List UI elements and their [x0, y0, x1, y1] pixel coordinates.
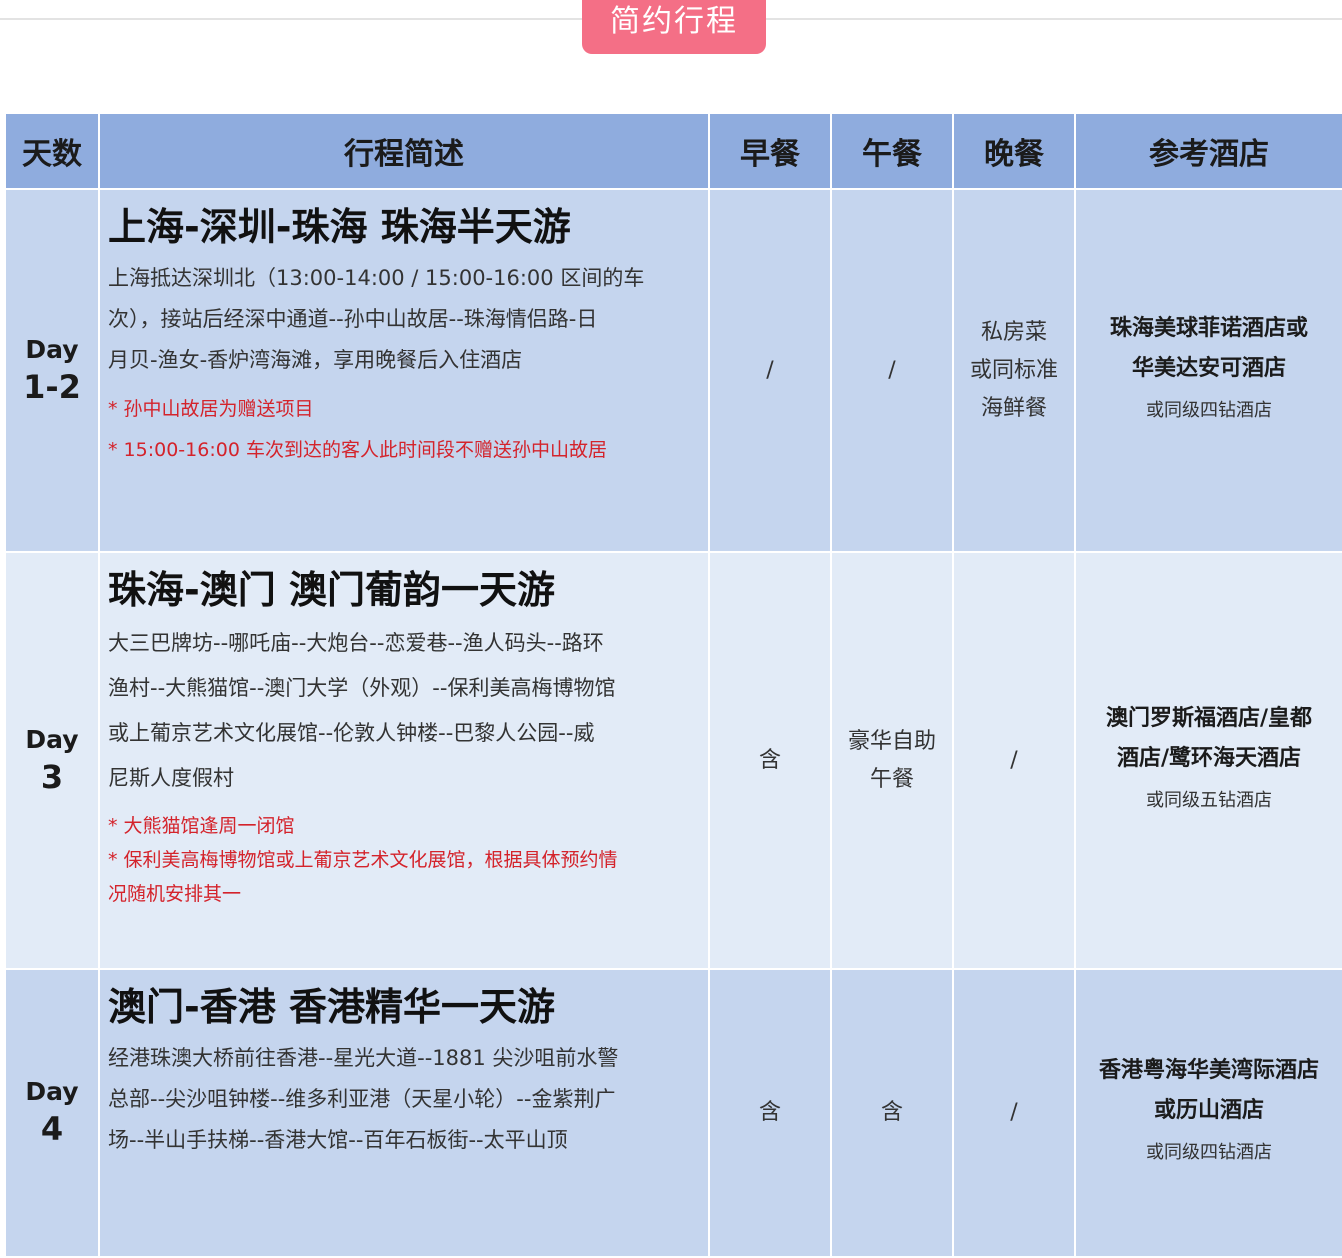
lunch-cell: 豪华自助 午餐: [830, 551, 954, 970]
header-row: 天数 行程简述 早餐 午餐 晚餐 参考酒店: [4, 112, 1342, 190]
meal-text: /: [1010, 1100, 1018, 1125]
meal-text: 或同标准: [969, 357, 1058, 383]
route-notes: * 孙中山故居为赠送项目 * 15:00-16:00 车次到达的客人此时间段不赠…: [108, 389, 698, 471]
summary-cell: 澳门-香港 香港精华一天游 经港珠澳大桥前往香港--星光大道--1881 尖沙咀…: [98, 968, 710, 1258]
hotel-name-line: 香港粤海华美湾际酒店: [1098, 1058, 1319, 1083]
header-summary: 行程简述: [98, 112, 710, 190]
description-line: 大三巴牌坊--哪吒庙--大炮台--恋爱巷--渔人码头--路环: [108, 631, 604, 655]
section-banner: 简约行程: [582, 0, 766, 54]
day-label: Day: [25, 334, 79, 364]
description-line: 场--半山手扶梯--香港大馆--百年石板街--太平山顶: [108, 1128, 568, 1152]
hotel-name: 珠海美球菲诺酒店或 华美达安可酒店: [1076, 309, 1342, 389]
breakfast-cell: 含: [708, 551, 832, 970]
header-hotel: 参考酒店: [1074, 112, 1342, 190]
table-row: Day 4 澳门-香港 香港精华一天游 经港珠澳大桥前往香港--星光大道--18…: [4, 968, 1342, 1258]
day-cell: Day 1-2: [4, 188, 100, 553]
meal-text: 豪华自助: [847, 728, 936, 754]
meal-text: 午餐: [869, 766, 914, 792]
route-title: 珠海-澳门 澳门葡韵一天游: [108, 568, 556, 612]
route-description: 大三巴牌坊--哪吒庙--大炮台--恋爱巷--渔人码头--路环 渔村--大熊猫馆-…: [108, 621, 698, 801]
summary-cell: 珠海-澳门 澳门葡韵一天游 大三巴牌坊--哪吒庙--大炮台--恋爱巷--渔人码头…: [98, 551, 710, 970]
meal-text: 海鲜餐: [980, 395, 1047, 421]
meal-text: /: [1010, 747, 1018, 773]
header-dinner: 晚餐: [952, 112, 1076, 190]
route-title: 上海-深圳-珠海 珠海半天游: [108, 205, 571, 249]
description-line: 尼斯人度假村: [108, 766, 234, 790]
dinner-cell: 私房菜 或同标准 海鲜餐: [952, 188, 1076, 553]
summary-cell: 上海-深圳-珠海 珠海半天游 上海抵达深圳北（13:00-14:00 / 15:…: [98, 188, 710, 553]
description-line: 或上葡京艺术文化展馆--伦敦人钟楼--巴黎人公园--威: [108, 721, 595, 745]
hotel-name: 香港粤海华美湾际酒店 或历山酒店: [1076, 1051, 1342, 1131]
note-line: 况随机安排其一: [108, 883, 242, 905]
description-line: 上海抵达深圳北（13:00-14:00 / 15:00-16:00 区间的车: [108, 266, 645, 290]
meal-text: 含: [758, 747, 781, 773]
lunch-cell: /: [830, 188, 954, 553]
route-notes: * 大熊猫馆逢周一闭馆 * 保利美高梅博物馆或上葡京艺术文化展馆，根据具体预约情…: [108, 809, 698, 911]
note-line: * 孙中山故居为赠送项目: [108, 398, 314, 420]
description-line: 渔村--大熊猫馆--澳门大学（外观）--保利美高梅博物馆: [108, 676, 616, 700]
description-line: 次），接站后经深中通道--孙中山故居--珠海情侣路-日: [108, 307, 598, 331]
hotel-alternative: 或同级四钻酒店: [1146, 399, 1272, 421]
route-description: 上海抵达深圳北（13:00-14:00 / 15:00-16:00 区间的车 次…: [108, 258, 698, 381]
breakfast-cell: /: [708, 188, 832, 553]
hotel-alternative: 或同级五钻酒店: [1146, 789, 1272, 811]
day-cell: Day 3: [4, 551, 100, 970]
hotel-name: 澳门罗斯福酒店/皇都 酒店/鹭环海天酒店: [1076, 699, 1342, 779]
day-label: Day: [25, 1077, 79, 1106]
description-line: 经港珠澳大桥前往香港--星光大道--1881 尖沙咀前水警: [108, 1046, 619, 1070]
meal-text: 含: [758, 1100, 781, 1125]
day-label: Day: [25, 724, 79, 754]
note-line: * 保利美高梅博物馆或上葡京艺术文化展馆，根据具体预约情: [108, 849, 618, 871]
description-line: 总部--尖沙咀钟楼--维多利亚港（天星小轮）--金紫荆广: [108, 1087, 616, 1111]
meal-text: 含: [880, 1100, 903, 1125]
meal-text: /: [766, 357, 774, 383]
dinner-cell: /: [952, 968, 1076, 1258]
day-number: 4: [40, 1110, 64, 1148]
meal-text: /: [888, 357, 896, 383]
hotel-name-line: 澳门罗斯福酒店/皇都: [1105, 705, 1313, 731]
hotel-name-line: 酒店/鹭环海天酒店: [1116, 745, 1302, 771]
header-day: 天数: [4, 112, 100, 190]
route-description: 经港珠澳大桥前往香港--星光大道--1881 尖沙咀前水警 总部--尖沙咀钟楼-…: [108, 1038, 698, 1161]
hotel-name-line: 华美达安可酒店: [1131, 355, 1286, 381]
hotel-cell: 珠海美球菲诺酒店或 华美达安可酒店 或同级四钻酒店: [1074, 188, 1342, 553]
hotel-name-line: 或历山酒店: [1153, 1098, 1264, 1123]
table-row: Day 3 珠海-澳门 澳门葡韵一天游 大三巴牌坊--哪吒庙--大炮台--恋爱巷…: [4, 551, 1342, 970]
hotel-name-line: 珠海美球菲诺酒店或: [1109, 315, 1308, 341]
note-line: * 15:00-16:00 车次到达的客人此时间段不赠送孙中山故居: [108, 439, 607, 461]
hotel-cell: 香港粤海华美湾际酒店 或历山酒店 或同级四钻酒店: [1074, 968, 1342, 1258]
hotel-alternative: 或同级四钻酒店: [1146, 1142, 1272, 1163]
header-breakfast: 早餐: [708, 112, 832, 190]
dinner-cell: /: [952, 551, 1076, 970]
itinerary-table: 天数 行程简述 早餐 午餐 晚餐 参考酒店 Day 1-2 上海-深圳-珠海 珠…: [4, 112, 1342, 1258]
day-number: 3: [40, 757, 64, 796]
meal-text: 私房菜: [980, 319, 1047, 345]
breakfast-cell: 含: [708, 968, 832, 1258]
note-line: * 大熊猫馆逢周一闭馆: [108, 815, 295, 837]
route-title: 澳门-香港 香港精华一天游: [108, 985, 556, 1029]
lunch-cell: 含: [830, 968, 954, 1258]
day-cell: Day 4: [4, 968, 100, 1258]
table-row: Day 1-2 上海-深圳-珠海 珠海半天游 上海抵达深圳北（13:00-14:…: [4, 188, 1342, 553]
description-line: 月贝-渔女-香炉湾海滩，享用晚餐后入住酒店: [108, 348, 523, 372]
day-number: 1-2: [23, 367, 81, 406]
header-lunch: 午餐: [830, 112, 954, 190]
hotel-cell: 澳门罗斯福酒店/皇都 酒店/鹭环海天酒店 或同级五钻酒店: [1074, 551, 1342, 970]
